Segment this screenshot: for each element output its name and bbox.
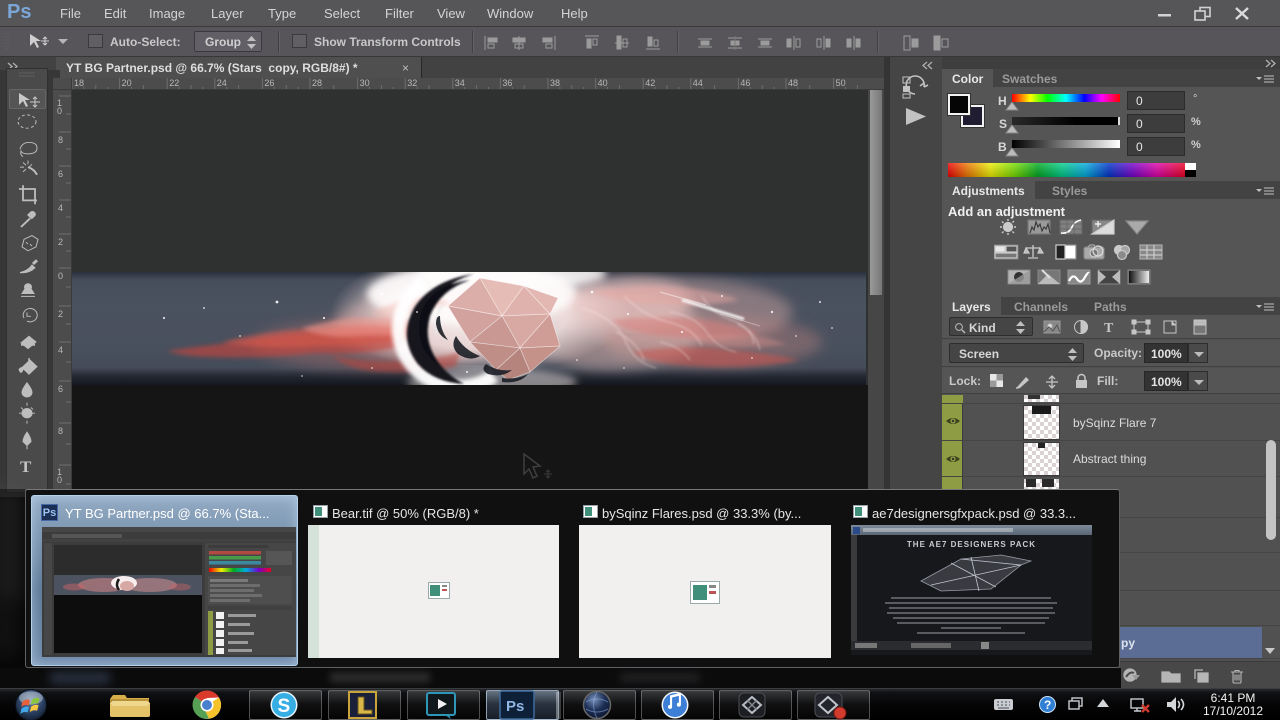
svg-text:2: 2 (58, 237, 63, 247)
svg-text:0: 0 (57, 106, 62, 116)
svg-text:4: 4 (58, 345, 63, 355)
svg-text:20: 20 (122, 78, 132, 88)
svg-text:22: 22 (169, 78, 179, 88)
svg-text:8: 8 (58, 135, 63, 145)
svg-text:18: 18 (74, 78, 84, 88)
svg-text:40: 40 (598, 78, 608, 88)
svg-text:T: T (20, 457, 31, 474)
svg-text:28: 28 (312, 78, 322, 88)
svg-text:T: T (1104, 321, 1114, 335)
svg-text:44: 44 (693, 78, 703, 88)
svg-text:6: 6 (58, 384, 63, 394)
svg-text:6: 6 (58, 169, 63, 179)
svg-text:34: 34 (455, 78, 465, 88)
svg-text:Ps: Ps (506, 698, 524, 715)
svg-text:S: S (278, 696, 291, 717)
svg-text:36: 36 (502, 78, 512, 88)
svg-text:26: 26 (264, 78, 274, 88)
svg-text:46: 46 (740, 78, 750, 88)
svg-text:4: 4 (58, 203, 63, 213)
svg-text:42: 42 (645, 78, 655, 88)
svg-text:0: 0 (57, 475, 62, 485)
svg-text:30: 30 (360, 78, 370, 88)
svg-text:32: 32 (407, 78, 417, 88)
svg-text:38: 38 (550, 78, 560, 88)
svg-text:24: 24 (217, 78, 227, 88)
svg-text:?: ? (1044, 698, 1051, 712)
svg-text:48: 48 (788, 78, 798, 88)
svg-text:2: 2 (58, 309, 63, 319)
svg-text:8: 8 (58, 426, 63, 436)
svg-text:50: 50 (836, 78, 846, 88)
svg-text:0: 0 (58, 271, 63, 281)
